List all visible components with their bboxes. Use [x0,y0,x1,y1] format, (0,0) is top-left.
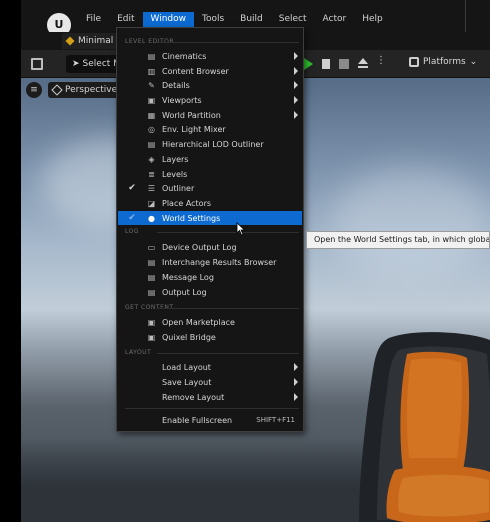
submenu-arrow-icon [294,67,298,75]
window-menu-dropdown: LEVEL EDITOR ▤ Cinematics ▥ Content Brow… [116,27,304,432]
menu-item-hlod-outliner[interactable]: ▤ Hierarchical LOD Outliner [118,137,302,151]
level-icon [65,36,75,46]
menu-item-levels[interactable]: ≣ Levels [118,167,302,181]
section-divider [125,408,299,409]
menu-item-enable-fullscreen[interactable]: Enable Fullscreen SHIFT+F11 [118,413,302,427]
device-log-icon: ▭ [147,242,156,252]
perspective-label: Perspective [65,85,118,95]
cinematics-icon: ▤ [147,51,156,61]
submenu-arrow-icon [294,96,298,104]
menu-file[interactable]: File [78,12,109,27]
mouse-cursor-icon [236,222,246,236]
window-control-area [465,0,490,32]
platforms-button[interactable]: Platforms ⌄ [409,57,477,67]
world-settings-icon: ● [148,213,155,223]
skip-icon[interactable] [322,59,330,69]
menu-item-interchange-results[interactable]: ▤ Interchange Results Browser [118,255,302,269]
menu-item-world-settings[interactable]: ✔ ● World Settings [118,211,302,225]
menu-help[interactable]: Help [354,12,391,27]
content-browser-icon: ▥ [147,66,156,76]
submenu-arrow-icon [294,111,298,119]
light-mixer-icon: ◎ [148,124,155,134]
section-layout: LAYOUT [125,349,152,356]
section-divider [157,353,299,354]
menu-item-load-layout[interactable]: Load Layout [118,360,302,374]
menu-tools[interactable]: Tools [194,12,232,27]
menu-item-outliner[interactable]: ✔ ☰ Outliner [118,181,302,195]
platforms-label: Platforms [423,57,466,67]
menu-item-open-marketplace[interactable]: ▣ Open Marketplace [118,315,302,329]
platforms-icon [409,57,419,67]
quixel-icon: ▣ [147,332,156,342]
chevron-down-icon: ⌄ [469,57,478,67]
layers-icon: ◈ [148,154,155,164]
menu-item-cinematics[interactable]: ▤ Cinematics [118,49,302,63]
main-menu: File Edit Window Tools Build Select Acto… [78,12,391,27]
menu-item-message-log[interactable]: ▤ Message Log [118,270,302,284]
menu-item-content-browser[interactable]: ▥ Content Browser [118,64,302,78]
menu-build[interactable]: Build [232,12,271,27]
sky-cloud [331,168,490,278]
world-partition-icon: ▦ [147,110,156,120]
play-icon[interactable] [304,58,313,70]
outliner-icon: ☰ [147,183,156,193]
tab-level[interactable]: Minimal [62,33,120,49]
submenu-arrow-icon [294,393,298,401]
menu-item-quixel-bridge[interactable]: ▣ Quixel Bridge [118,330,302,344]
menu-item-output-log[interactable]: ▤ Output Log [118,285,302,299]
section-log: LOG [125,228,140,235]
menu-actor[interactable]: Actor [315,12,355,27]
select-arrow-icon: ➤ [72,59,80,69]
shortcut-label: SHIFT+F11 [256,416,295,424]
eject-icon[interactable] [357,58,369,70]
world-settings-tooltip: Open the World Settings tab, in which gl… [306,231,490,249]
viewport-menu-icon[interactable]: ≡ [26,82,42,98]
submenu-arrow-icon [294,81,298,89]
checkmark-icon: ✔ [128,183,136,193]
menu-item-place-actors[interactable]: ◪ Place Actors [118,196,302,210]
submenu-arrow-icon [294,378,298,386]
stop-icon[interactable] [339,59,349,69]
perspective-button[interactable]: Perspective [48,82,126,98]
interchange-icon: ▤ [147,257,156,267]
menu-item-save-layout[interactable]: Save Layout [118,375,302,389]
left-edge [0,0,21,522]
section-divider [157,42,299,43]
menu-item-device-output-log[interactable]: ▭ Device Output Log [118,240,302,254]
menu-edit[interactable]: Edit [109,12,142,27]
details-icon: ✎ [148,80,155,90]
lod-outliner-icon: ▤ [147,139,156,149]
tab-level-label: Minimal [78,36,114,46]
checkmark-icon: ✔ [128,213,136,223]
perspective-cube-icon [51,84,63,96]
output-log-icon: ▤ [147,287,156,297]
message-log-icon: ▤ [147,272,156,282]
submenu-arrow-icon [294,363,298,371]
levels-icon: ≣ [148,169,155,179]
menu-item-viewports[interactable]: ▣ Viewports [118,93,302,107]
marketplace-icon: ▣ [147,317,156,327]
section-divider [157,308,299,309]
menu-select[interactable]: Select [271,12,315,27]
more-options-icon[interactable]: ⋮ [376,55,386,66]
place-actors-icon: ◪ [147,198,156,208]
section-divider [157,232,299,233]
menu-item-details[interactable]: ✎ Details [118,78,302,92]
menu-window[interactable]: Window [142,12,194,27]
menu-item-world-partition[interactable]: ▦ World Partition [118,108,302,122]
menu-item-env-light-mixer[interactable]: ◎ Env. Light Mixer [118,122,302,136]
menu-item-remove-layout[interactable]: Remove Layout [118,390,302,404]
submenu-arrow-icon [294,52,298,60]
viewports-icon: ▣ [147,95,156,105]
menu-item-layers[interactable]: ◈ Layers [118,152,302,166]
chair-model [359,332,490,522]
save-icon[interactable] [31,58,43,70]
